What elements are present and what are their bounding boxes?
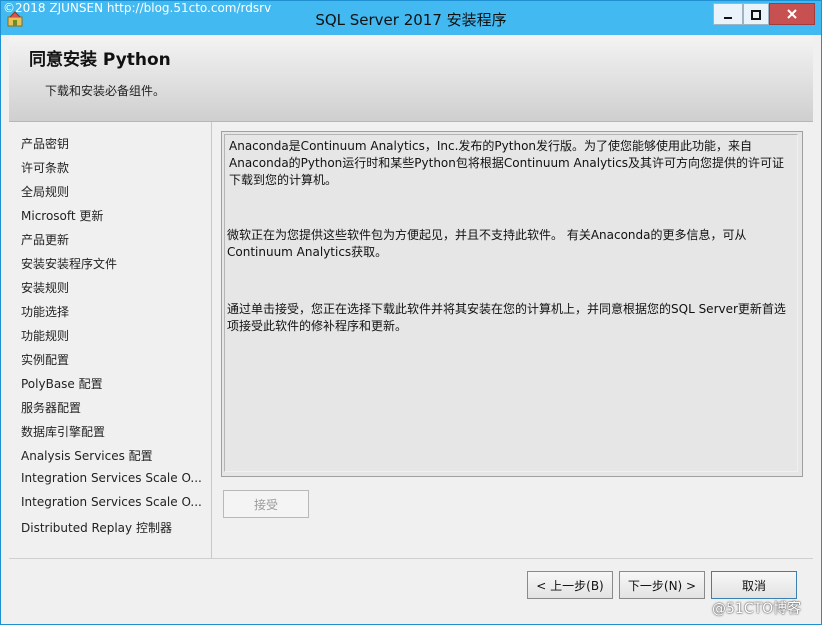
nav-item-product-key[interactable]: 产品密钥: [21, 135, 201, 152]
nav-item-integration-services-scale-out-worker[interactable]: Integration Services Scale O...: [21, 495, 201, 509]
minimize-icon: [723, 5, 733, 24]
footer-divider: [9, 558, 813, 559]
license-paragraph-3: 通过单击接受，您正在选择下载此软件并将其安装在您的计算机上，并同意根据您的SQL…: [227, 302, 786, 333]
cancel-button[interactable]: 取消: [711, 571, 797, 599]
corner-watermark: @51CTO博客: [712, 601, 802, 617]
nav-item-server-configuration[interactable]: 服务器配置: [21, 399, 201, 416]
nav-item-polybase-configuration[interactable]: PolyBase 配置: [21, 375, 201, 392]
license-text-frame: Anaconda是Continuum Analytics，Inc.发布的Pyth…: [221, 131, 803, 477]
nav-item-feature-selection[interactable]: 功能选择: [21, 303, 201, 320]
nav-item-integration-services-scale-out-master[interactable]: Integration Services Scale O...: [21, 471, 201, 485]
nav-item-microsoft-update[interactable]: Microsoft 更新: [21, 207, 201, 224]
nav-item-analysis-services-configuration[interactable]: Analysis Services 配置: [21, 447, 201, 464]
nav-item-feature-rules[interactable]: 功能规则: [21, 327, 201, 344]
step-navigation: 产品密钥 许可条款 全局规则 Microsoft 更新 产品更新 安装安装程序文…: [9, 122, 212, 558]
next-button[interactable]: 下一步(N) >: [619, 571, 705, 599]
nav-item-product-updates[interactable]: 产品更新: [21, 231, 201, 248]
nav-item-global-rules[interactable]: 全局规则: [21, 183, 201, 200]
page-title: 同意安装 Python: [29, 50, 171, 70]
maximize-button[interactable]: [743, 3, 769, 25]
minimize-button[interactable]: [713, 3, 743, 25]
close-icon: [786, 5, 798, 24]
close-button[interactable]: [769, 3, 815, 25]
nav-item-install-setup-files[interactable]: 安装安装程序文件: [21, 255, 201, 272]
nav-item-install-rules[interactable]: 安装规则: [21, 279, 201, 296]
license-paragraph-1: Anaconda是Continuum Analytics，Inc.发布的Pyth…: [229, 139, 785, 187]
license-text-area[interactable]: Anaconda是Continuum Analytics，Inc.发布的Pyth…: [224, 134, 798, 472]
accept-button[interactable]: 接受: [223, 490, 309, 518]
page-subtitle: 下载和安装必备组件。: [45, 84, 166, 98]
installer-window: ©2018 ZJUNSEN http://blog.51cto.com/rdsr…: [0, 0, 822, 625]
page-header: 同意安装 Python 下载和安装必备组件。: [9, 35, 813, 122]
back-button[interactable]: < 上一步(B): [527, 571, 613, 599]
nav-item-license-terms[interactable]: 许可条款: [21, 159, 201, 176]
license-paragraph-2: 微软正在为您提供这些软件包为方便起见，并且不支持此软件。 有关Anaconda的…: [227, 228, 747, 259]
title-bar[interactable]: ©2018 ZJUNSEN http://blog.51cto.com/rdsr…: [1, 1, 821, 35]
nav-item-instance-configuration[interactable]: 实例配置: [21, 351, 201, 368]
maximize-icon: [751, 5, 761, 24]
nav-item-distributed-replay-controller[interactable]: Distributed Replay 控制器: [21, 519, 201, 536]
nav-item-database-engine-configuration[interactable]: 数据库引擎配置: [21, 423, 201, 440]
window-title: SQL Server 2017 安装程序: [315, 11, 507, 29]
